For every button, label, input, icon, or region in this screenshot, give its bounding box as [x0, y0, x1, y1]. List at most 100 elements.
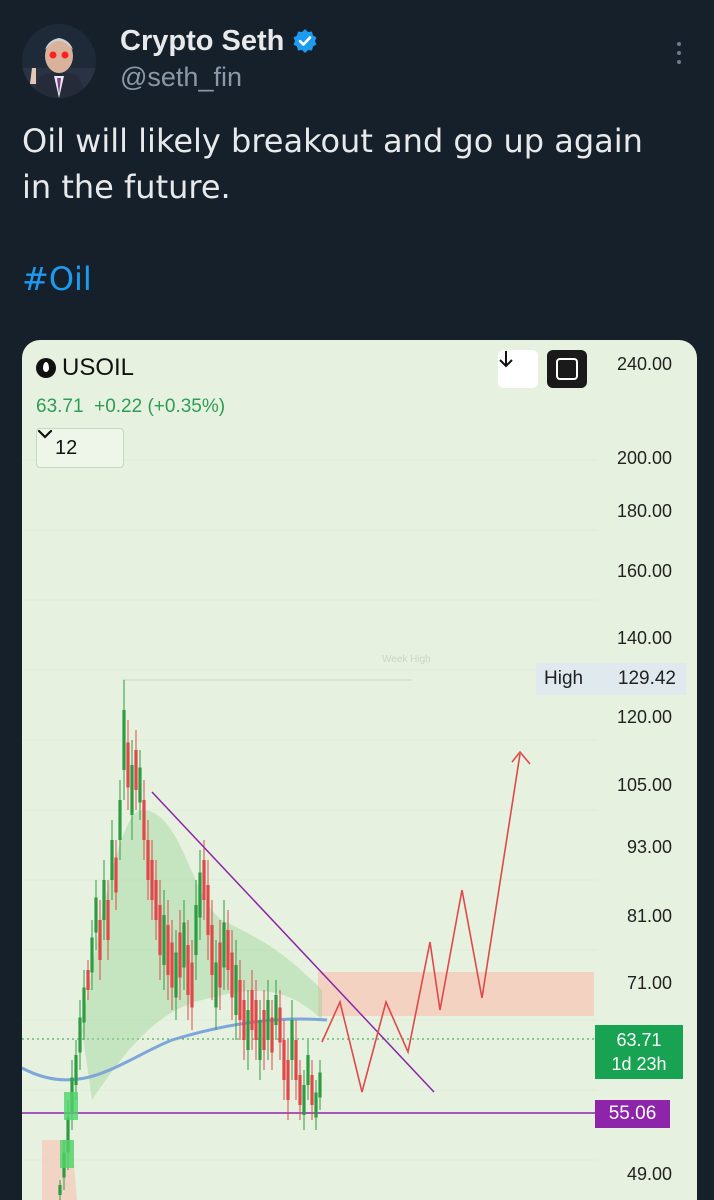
current-price-tag: 63.71 1d 23h — [595, 1025, 683, 1079]
fullscreen-button[interactable] — [547, 350, 587, 388]
candle-body — [146, 840, 150, 880]
candle-body — [286, 1060, 290, 1100]
quote-change: +0.22 — [94, 396, 143, 417]
author-handle[interactable]: @seth_fin — [120, 62, 242, 93]
candle-body — [318, 1072, 322, 1098]
candle-body — [130, 765, 134, 815]
tweet-media-chart[interactable]: Week High USOIL 63.71 +0.22 (+0.35%) 12 … — [22, 340, 697, 1200]
candle-body — [314, 1092, 318, 1118]
candle-body — [210, 925, 214, 975]
verified-badge-icon — [293, 29, 317, 53]
candle-body — [230, 952, 234, 998]
candle-body — [282, 1040, 286, 1080]
candle-body — [182, 922, 186, 968]
candle-body — [162, 915, 166, 965]
y-tick-label: 160.00 — [616, 561, 672, 581]
candle-body — [274, 995, 278, 1025]
candle-body — [186, 945, 190, 995]
candle-body — [302, 1085, 306, 1115]
candle-body — [142, 800, 146, 840]
candle-body — [310, 1075, 314, 1105]
candle-body — [194, 905, 198, 955]
candle-body — [190, 962, 194, 1008]
chevron-down-icon — [37, 429, 53, 439]
candle-body — [138, 767, 142, 803]
candle-body — [98, 920, 102, 960]
y-tick-label: 200.00 — [616, 448, 672, 468]
candle-body — [298, 1075, 302, 1105]
candle-body — [58, 1185, 62, 1195]
candle-body — [198, 872, 202, 918]
candle-body — [242, 1000, 246, 1040]
candle-body — [106, 900, 110, 940]
interval-selector[interactable]: 12 — [36, 428, 124, 468]
volume-highlight — [60, 1140, 74, 1168]
quote-change-pct: (+0.35%) — [147, 396, 226, 417]
y-tick-label: 180.00 — [616, 501, 672, 521]
candle-body — [118, 800, 122, 840]
y-tick-label: 120.00 — [616, 707, 672, 727]
candle-body — [150, 860, 154, 900]
candle-body — [74, 1055, 78, 1085]
candle-body — [134, 750, 138, 790]
candle-body — [226, 930, 230, 970]
author-row: Crypto Seth — [120, 22, 318, 60]
candle-body — [290, 1020, 294, 1060]
y-tick-label: 240.00 — [616, 354, 672, 374]
candle-body — [250, 990, 254, 1030]
candle-body — [246, 1010, 250, 1050]
tweet-text: Oil will likely breakout and go up again… — [22, 118, 702, 210]
candle-body — [110, 840, 114, 880]
candle-body — [266, 1000, 270, 1040]
candle-body — [238, 980, 242, 1020]
current-price-value: 63.71 — [616, 1030, 662, 1050]
download-button[interactable] — [498, 350, 538, 388]
candle-body — [206, 885, 210, 935]
projection-arrowhead — [511, 750, 531, 765]
more-options-icon[interactable] — [669, 42, 689, 72]
candle-body — [82, 987, 86, 1023]
candle-body — [270, 1017, 274, 1053]
candle-body — [218, 942, 222, 988]
ma-ribbon — [82, 810, 322, 1100]
y-tick-label: 93.00 — [626, 837, 672, 857]
candle-body — [278, 1007, 282, 1043]
candle-countdown: 1d 23h — [611, 1054, 667, 1074]
volume-highlight — [64, 1092, 78, 1120]
resistance-zone — [318, 972, 594, 1016]
candle-body — [214, 962, 218, 1008]
candle-body — [86, 970, 90, 990]
high-label: High — [544, 668, 584, 689]
download-arrow-icon — [499, 351, 513, 368]
candle-body — [234, 965, 238, 1015]
avatar[interactable] — [22, 24, 96, 98]
tweet-text-line-1: Oil will likely breakout and go up again — [22, 122, 643, 160]
candle-body — [94, 897, 98, 933]
high-price-tag: High 129.42 — [536, 663, 686, 695]
oil-drop-icon — [36, 358, 56, 378]
y-tick-label: 49.00 — [626, 1164, 672, 1184]
chart-symbol-label: USOIL — [62, 354, 135, 381]
author-name[interactable]: Crypto Seth — [120, 25, 284, 58]
candle-body — [102, 880, 106, 920]
hashtag-link[interactable]: #Oil — [22, 260, 92, 298]
chart-quote: 63.71 +0.22 (+0.35%) — [36, 396, 225, 418]
quote-price: 63.71 — [36, 396, 84, 417]
candle-body — [294, 1040, 298, 1080]
week-high-annotation: Week High — [382, 654, 431, 665]
candle-body — [170, 942, 174, 988]
chart-symbol: USOIL — [36, 354, 134, 382]
candle-body — [154, 880, 158, 920]
candle-body — [158, 905, 162, 955]
y-tick-label: 140.00 — [616, 628, 672, 648]
y-tick-label: 105.00 — [616, 775, 672, 795]
candle-body — [166, 925, 170, 975]
high-value: 129.42 — [617, 668, 676, 689]
support-price-tag: 55.06 — [595, 1100, 670, 1128]
interval-value: 12 — [55, 436, 78, 459]
candle-body — [254, 1000, 258, 1040]
candle-body — [202, 860, 206, 900]
candle-body — [174, 952, 178, 998]
candle-body — [90, 937, 94, 973]
candle-body — [306, 1055, 310, 1085]
